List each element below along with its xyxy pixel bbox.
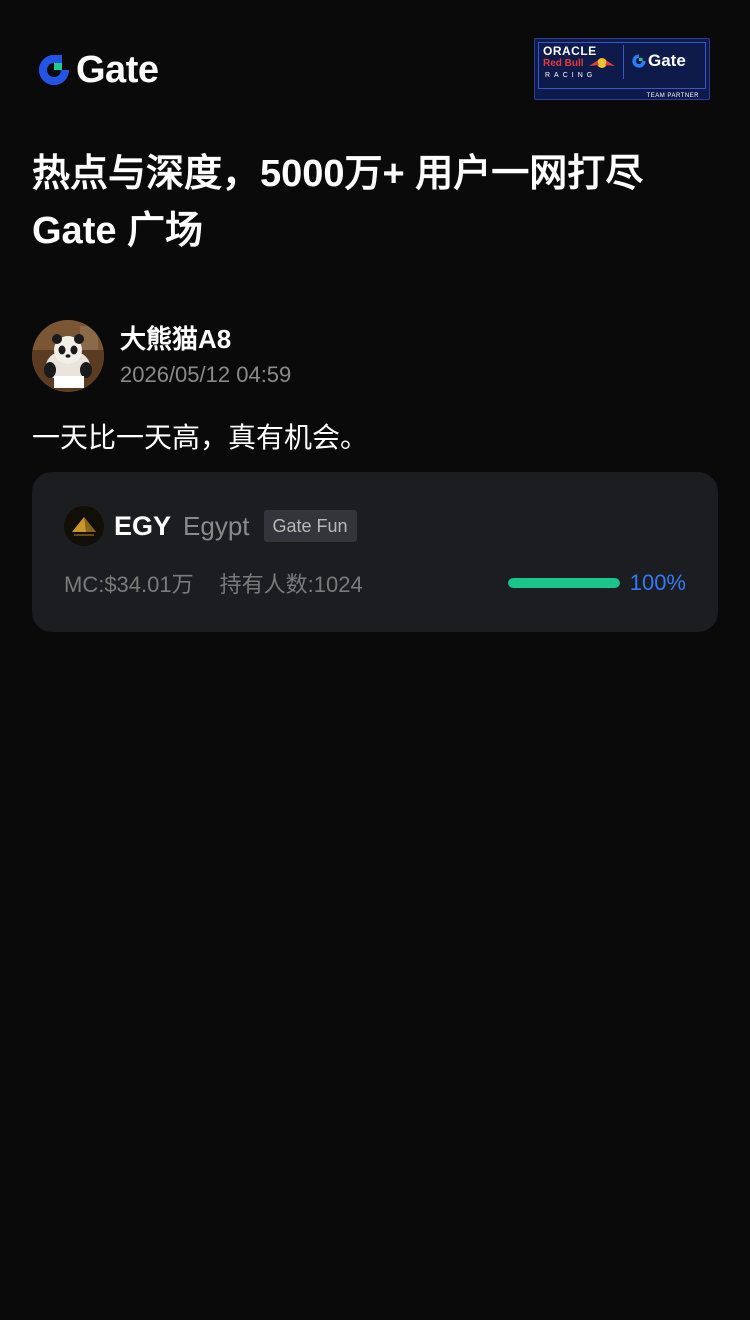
partner-divider (623, 45, 624, 79)
partner-gate-text: Gate (648, 51, 686, 70)
token-name: Egypt (183, 510, 250, 541)
partner-gate-logo: Gate (631, 51, 686, 71)
progress-label: 100% (629, 570, 686, 595)
author-info: 大熊猫A8 2026/05/12 04:59 (120, 321, 291, 391)
post-author[interactable]: 大熊猫A8 2026/05/12 04:59 (32, 320, 291, 392)
token-stats: MC:$34.01万 持有人数:1024 100% (64, 566, 686, 600)
bonding-progress: 100% (507, 570, 686, 596)
post-timestamp: 2026/05/12 04:59 (120, 362, 292, 387)
team-partner-label: TEAM PARTNER (646, 93, 699, 99)
gate-logo-icon (39, 55, 69, 85)
pyramid-icon (64, 506, 104, 546)
redbull-wordmark: Red Bull (543, 58, 584, 69)
market-cap: MC:$34.01万 (64, 572, 194, 597)
header: Gate ORACLE Red Bull RACING Gate TEAM PA… (36, 36, 710, 102)
token-header: EGY Egypt Gate Fun (64, 506, 357, 546)
author-name[interactable]: 大熊猫A8 (120, 321, 291, 357)
oracle-wordmark: ORACLE (543, 44, 597, 58)
logo-text: Gate (76, 48, 159, 91)
token-card[interactable]: EGY Egypt Gate Fun MC:$34.01万 持有人数:1024 … (32, 472, 718, 632)
gate-small-logo-icon (632, 54, 646, 68)
progress-fill (507, 578, 620, 588)
team-partner-badge[interactable]: ORACLE Red Bull RACING Gate TEAM PARTNER (534, 38, 710, 100)
gate-logo[interactable]: Gate (36, 48, 159, 91)
progress-track (507, 578, 620, 588)
post-content: 一天比一天高，真有机会。 (32, 422, 369, 453)
panda-avatar-icon (32, 320, 104, 392)
token-icon (64, 506, 104, 546)
token-symbol: EGY (114, 510, 172, 541)
holders-count: 持有人数:1024 (219, 572, 363, 597)
page-headline: 热点与深度，5000万+ 用户一网打尽 Gate 广场 (32, 153, 644, 252)
racing-wordmark: RACING (545, 72, 597, 79)
redbull-bulls-icon (589, 58, 615, 68)
avatar[interactable] (32, 320, 104, 392)
platform-tag: Gate Fun (263, 510, 357, 542)
